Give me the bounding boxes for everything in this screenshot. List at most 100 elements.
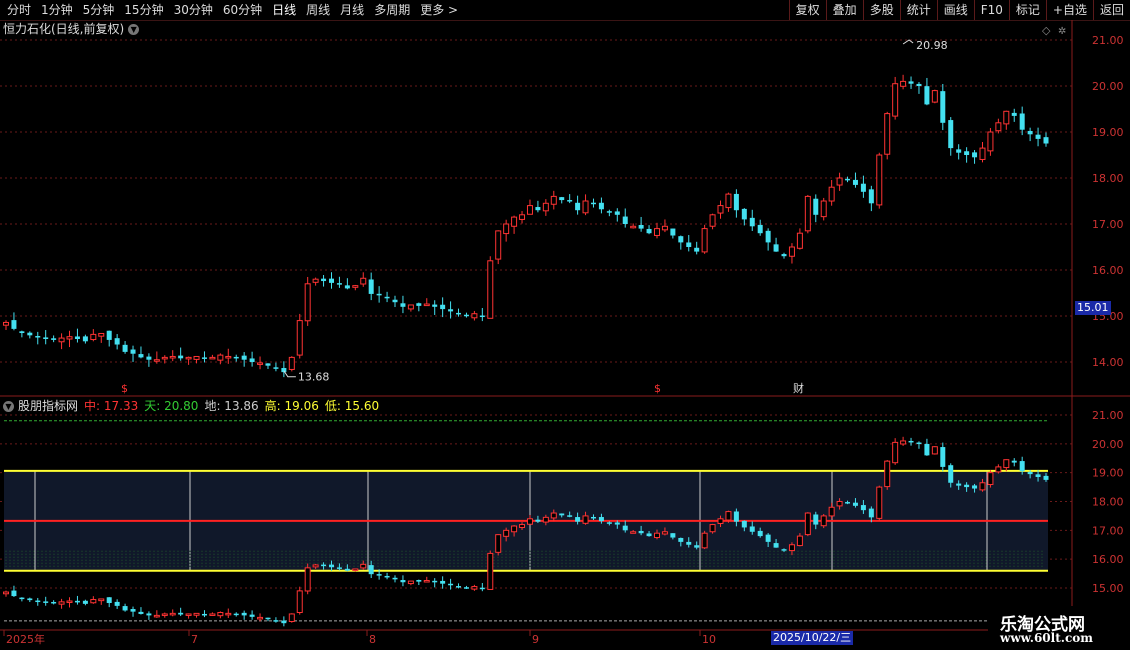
candle-body <box>559 513 565 516</box>
candle-body <box>463 587 469 589</box>
kline-chart[interactable]: 21.00 20.00 19.00 18.00 17.00 16.00 15.00 14.00… <box>0 0 1130 650</box>
candle-body <box>19 331 25 334</box>
candle-body <box>765 230 771 243</box>
event-marker[interactable]: $ <box>654 382 661 395</box>
candle-body <box>392 299 398 303</box>
candle-body <box>598 517 604 522</box>
candle-body <box>296 320 303 356</box>
candle-body <box>1043 137 1049 144</box>
candle-body <box>646 533 652 537</box>
current-price-tag: 15.01 <box>1075 301 1111 315</box>
candle-body <box>66 336 73 340</box>
candle-body <box>288 356 295 370</box>
candle-body <box>487 260 494 319</box>
candle-body <box>185 613 192 616</box>
candle-body <box>598 202 604 210</box>
candle-body <box>407 304 414 310</box>
candle-body <box>114 601 120 606</box>
candle-body <box>217 612 224 617</box>
candle-body <box>582 515 589 524</box>
candle-body <box>153 614 160 618</box>
candle-body <box>550 195 557 205</box>
candle-body <box>201 357 207 359</box>
candle-body <box>542 516 549 523</box>
candle-body <box>709 214 716 227</box>
date-label: 2025年 <box>6 632 45 646</box>
candle-body <box>733 193 739 211</box>
event-marker[interactable]: $ <box>121 382 128 395</box>
candle-body <box>1019 461 1025 472</box>
candle-body <box>321 278 327 282</box>
candle-body <box>972 485 978 489</box>
candle-body <box>670 228 676 236</box>
event-marker[interactable]: 财 <box>793 381 804 395</box>
candle-body <box>567 515 573 517</box>
candle-body <box>876 154 883 206</box>
candle-body <box>575 202 581 211</box>
candle-body <box>114 338 120 345</box>
candle-body <box>781 549 787 551</box>
high-annotation: 20.98 <box>916 39 948 52</box>
candle-body <box>161 356 168 360</box>
candle-body <box>225 612 232 616</box>
candle-body <box>900 80 907 87</box>
candle-body <box>432 304 438 307</box>
candle-body <box>924 443 930 456</box>
candle-body <box>456 586 462 588</box>
main-tick-label: 19.00 <box>1092 126 1124 139</box>
candle-body <box>924 86 930 105</box>
candle-body <box>344 568 350 571</box>
candle-body <box>813 198 819 215</box>
candle-body <box>27 598 33 601</box>
candle-body <box>19 597 25 600</box>
candle-body <box>622 525 628 531</box>
candle-body <box>82 336 88 342</box>
date-label: 10 <box>702 633 716 646</box>
candle-body <box>407 580 414 585</box>
sub-tick-label: 16.00 <box>1092 553 1124 566</box>
indicator-title[interactable]: ▼ 股朋指标网 中: 17.33 天: 20.80 地: 13.86 高: 19.06… <box>3 398 383 414</box>
gear-icon[interactable]: ✲ <box>1058 26 1066 37</box>
candle-body <box>590 516 596 519</box>
candle-body <box>567 200 573 202</box>
candle-body <box>122 344 128 352</box>
candle-body <box>526 518 533 525</box>
candle-body <box>423 580 430 583</box>
candle-body <box>82 600 88 604</box>
candle-body <box>590 202 596 205</box>
candle-body <box>328 278 334 283</box>
candle-body <box>788 544 795 552</box>
candle-body <box>653 532 660 539</box>
candle-body <box>694 545 700 548</box>
candle-body <box>368 279 374 294</box>
candle-body <box>781 254 787 257</box>
candle-body <box>535 519 541 522</box>
candle-body <box>138 354 144 358</box>
candle-body <box>804 512 811 536</box>
date-label: 8 <box>369 633 376 646</box>
candle-body <box>876 486 883 519</box>
candle-body <box>3 321 9 326</box>
candle-body <box>233 613 239 616</box>
indicator-value-2: 地: 13.86 <box>204 399 259 413</box>
candle-body <box>3 591 9 595</box>
candle-body <box>35 336 41 338</box>
diamond-icon[interactable]: ◇ <box>1042 24 1051 37</box>
candle-body <box>376 293 382 296</box>
candle-body <box>209 356 216 360</box>
candle-body <box>265 617 271 620</box>
candle-body <box>153 359 160 362</box>
candle-body <box>233 356 239 359</box>
candle-body <box>392 577 398 580</box>
candle-body <box>440 304 446 310</box>
indicator-value-4: 低: 15.60 <box>324 399 380 413</box>
candle-body <box>257 362 264 365</box>
candle-body <box>749 217 755 227</box>
sub-tick-label: 18.00 <box>1092 496 1124 509</box>
candle-body <box>940 91 946 123</box>
candle-body <box>868 508 874 518</box>
chevron-down-icon[interactable]: ▼ <box>3 400 14 412</box>
date-label: 7 <box>191 633 198 646</box>
candle-body <box>535 207 541 211</box>
candle-body <box>765 534 771 542</box>
